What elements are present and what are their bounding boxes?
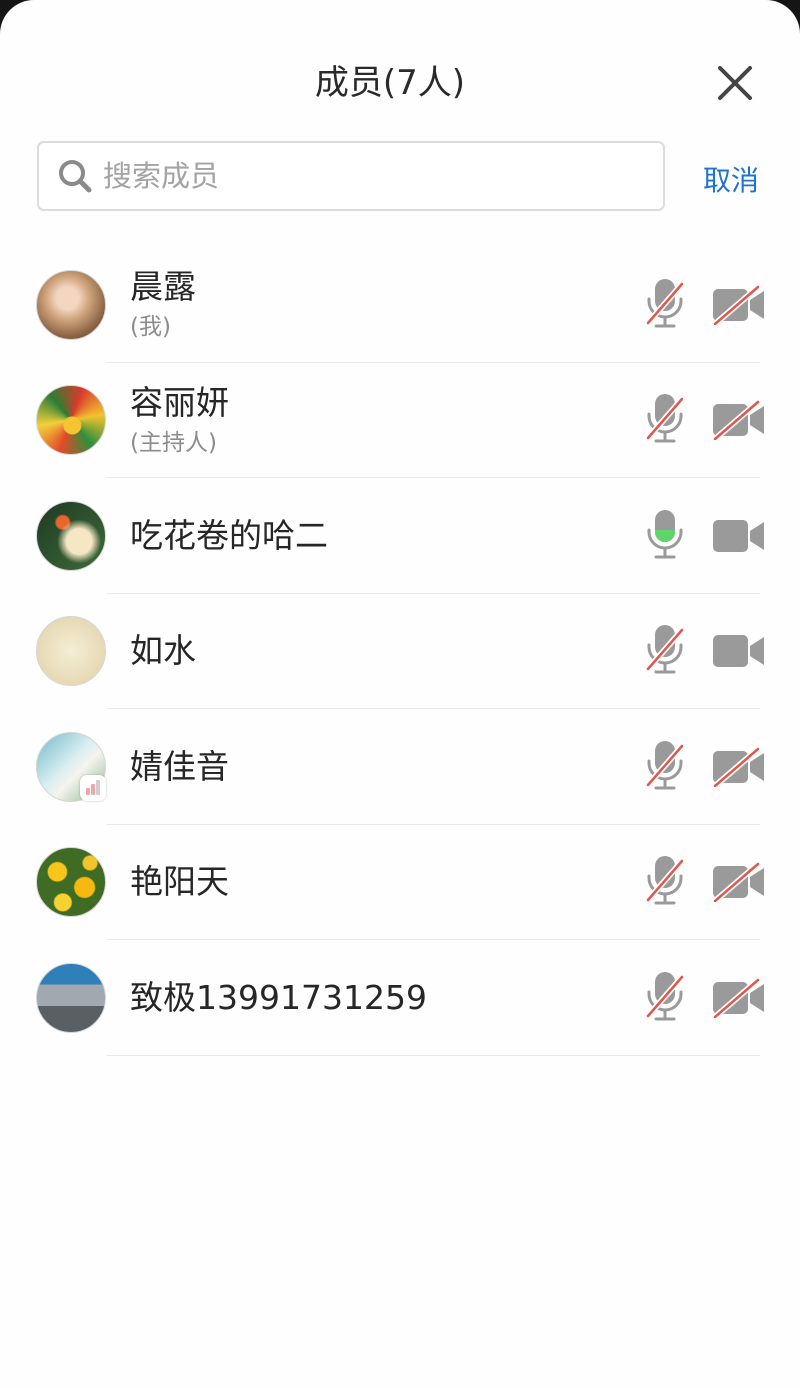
microphone-icon[interactable] — [645, 970, 685, 1026]
members-panel: 成员(7人) 取消 晨露 (我) — [0, 0, 800, 1388]
member-name: 婧佳音 — [130, 746, 229, 786]
close-icon — [718, 66, 752, 100]
microphone-icon[interactable] — [645, 623, 685, 679]
page-title: 成员(7人) — [314, 63, 466, 103]
camera-icon[interactable] — [712, 977, 766, 1018]
camera-icon[interactable] — [712, 516, 766, 556]
member-row[interactable]: 晨露 (我) — [0, 247, 800, 363]
microphone-icon[interactable] — [645, 508, 685, 564]
search-box[interactable] — [37, 141, 665, 211]
member-name: 晨露 — [130, 267, 196, 307]
member-name: 致极13991731259 — [130, 977, 427, 1017]
microphone-icon[interactable] — [645, 854, 685, 910]
microphone-icon[interactable] — [645, 277, 685, 333]
avatar — [36, 847, 106, 918]
avatar — [36, 385, 106, 456]
avatar — [36, 962, 106, 1033]
member-row[interactable]: 容丽妍 (主持人) — [0, 363, 800, 478]
avatar — [36, 269, 106, 340]
member-name: 容丽妍 — [130, 382, 229, 422]
member-name: 吃花卷的哈二 — [130, 515, 328, 555]
member-row[interactable]: 艳阳天 — [0, 825, 800, 940]
divider — [107, 1054, 760, 1056]
member-row[interactable]: 如水 — [0, 594, 800, 709]
camera-icon[interactable] — [712, 284, 766, 325]
microphone-icon[interactable] — [645, 739, 685, 795]
member-row[interactable]: 婧佳音 — [0, 709, 800, 825]
signal-strength-icon — [80, 775, 106, 801]
microphone-icon[interactable] — [645, 392, 685, 448]
member-row[interactable]: 致极13991731259 — [0, 940, 800, 1056]
avatar — [36, 616, 106, 687]
search-input[interactable] — [103, 143, 643, 209]
close-button[interactable] — [715, 63, 755, 103]
cancel-button[interactable]: 取消 — [703, 160, 759, 202]
member-name: 如水 — [130, 631, 196, 671]
avatar — [36, 500, 106, 571]
member-role: (我) — [130, 314, 171, 341]
member-role: (主持人) — [130, 429, 217, 456]
search-icon — [59, 160, 92, 193]
camera-icon[interactable] — [712, 862, 766, 903]
camera-icon[interactable] — [712, 631, 766, 671]
member-name: 艳阳天 — [130, 862, 229, 902]
camera-icon[interactable] — [712, 400, 766, 441]
member-list: 晨露 (我) 容丽妍 (主持人) 吃花卷的哈二 如水 婧佳音 艳阳天 致极139… — [0, 247, 800, 1056]
camera-icon[interactable] — [712, 746, 766, 787]
member-row[interactable]: 吃花卷的哈二 — [0, 478, 800, 594]
